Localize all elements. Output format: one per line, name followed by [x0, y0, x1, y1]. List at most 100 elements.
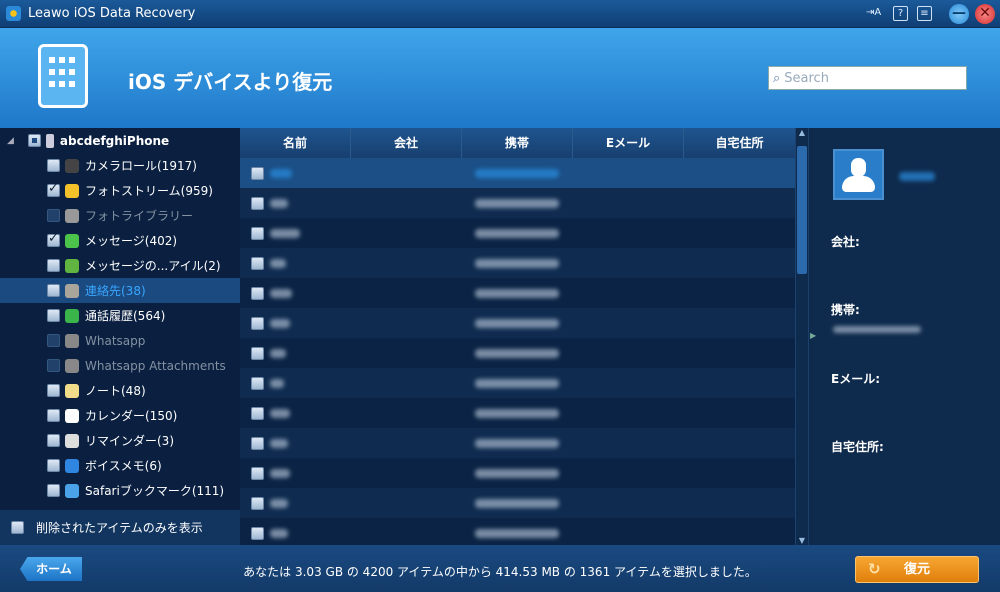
register-icon[interactable]: ⇥A	[866, 6, 881, 21]
tree-item-checkbox[interactable]	[47, 484, 60, 497]
header-banner: iOS デバイスより復元 ⌕	[0, 28, 1000, 128]
tree-item[interactable]: カレンダー(150)	[0, 403, 240, 428]
row-checkbox[interactable]	[251, 316, 264, 330]
deleted-only-checkbox[interactable]	[11, 521, 24, 534]
row-name	[270, 348, 286, 358]
tree-item-checkbox[interactable]	[47, 459, 60, 472]
row-checkbox[interactable]	[251, 166, 264, 180]
tree-item-checkbox[interactable]	[47, 209, 60, 222]
tree-item-label: メッセージ(402)	[85, 234, 178, 248]
contacts-icon	[65, 283, 79, 298]
tree-item[interactable]: Safariブックマーク(111)	[0, 478, 240, 503]
tree-item[interactable]: 連絡先(38)	[0, 278, 240, 303]
tree-item[interactable]: メッセージの...アイル(2)	[0, 253, 240, 278]
address-label: 自宅住所:	[831, 440, 884, 454]
table-row[interactable]	[240, 188, 795, 218]
row-checkbox[interactable]	[251, 286, 264, 300]
attachment-icon	[65, 258, 79, 273]
tree-item-checkbox[interactable]	[47, 159, 60, 172]
table-row[interactable]	[240, 278, 795, 308]
row-checkbox[interactable]	[251, 196, 264, 210]
table-row[interactable]	[240, 158, 795, 188]
device-checkbox[interactable]	[27, 134, 41, 147]
tree-item-checkbox[interactable]	[47, 284, 60, 297]
column-mobile[interactable]: 携帯	[462, 128, 573, 158]
table-row[interactable]	[240, 218, 795, 248]
table-scrollbar[interactable]: ▲ ▼	[795, 128, 808, 545]
tree-item-checkbox[interactable]	[47, 231, 60, 247]
table-row[interactable]	[240, 398, 795, 428]
tree-item-checkbox[interactable]	[47, 259, 60, 272]
email-label: Eメール:	[831, 372, 880, 386]
deleted-only-toggle[interactable]: 削除されたアイテムのみを表示	[0, 510, 240, 545]
tree-item[interactable]: フォトライブラリー	[0, 203, 240, 228]
tree-item[interactable]: 通話履歴(564)	[0, 303, 240, 328]
row-checkbox[interactable]	[251, 256, 264, 270]
search-icon: ⌕	[773, 70, 781, 86]
tree-item-checkbox[interactable]	[47, 384, 60, 397]
column-name[interactable]: 名前	[240, 128, 351, 158]
tree-item[interactable]: Whatsapp Attachments	[0, 353, 240, 378]
search-box[interactable]: ⌕	[768, 66, 967, 90]
photo-library-icon	[65, 208, 79, 223]
tree-item-label: カメラロール(1917)	[85, 159, 197, 173]
tree-item-label: リマインダー(3)	[85, 434, 174, 448]
contact-name	[899, 172, 935, 181]
table-row[interactable]	[240, 248, 795, 278]
row-checkbox[interactable]	[251, 226, 264, 240]
voice-memo-icon	[65, 458, 79, 473]
tree-item[interactable]: ノート(48)	[0, 378, 240, 403]
close-button[interactable]: ✕	[975, 4, 995, 24]
tree-item-checkbox[interactable]	[47, 309, 60, 322]
table-row[interactable]	[240, 458, 795, 488]
tree-item[interactable]: フォトストリーム(959)	[0, 178, 240, 203]
tree-item-checkbox[interactable]	[47, 359, 60, 372]
row-name	[270, 498, 288, 508]
menu-icon[interactable]: ≡	[917, 6, 932, 21]
table-row[interactable]	[240, 308, 795, 338]
tree-item[interactable]: カメラロール(1917)	[0, 153, 240, 178]
table-row[interactable]	[240, 338, 795, 368]
scroll-down-icon[interactable]: ▼	[796, 536, 808, 545]
column-company[interactable]: 会社	[351, 128, 462, 158]
tree-item-label: 連絡先(38)	[85, 284, 146, 298]
iphone-icon	[45, 133, 54, 148]
table-row[interactable]	[240, 488, 795, 518]
table-row[interactable]	[240, 518, 795, 548]
minimize-button[interactable]: —	[949, 4, 969, 24]
collapse-arrow-icon[interactable]: ◢	[7, 136, 14, 146]
row-checkbox[interactable]	[251, 436, 264, 450]
tree-item-label: 通話履歴(564)	[85, 309, 166, 323]
phone-icon	[65, 308, 79, 323]
tree-item[interactable]: ボイスメモ(6)	[0, 453, 240, 478]
row-checkbox[interactable]	[251, 376, 264, 390]
row-checkbox[interactable]	[251, 496, 264, 510]
help-icon[interactable]: ?	[893, 6, 908, 21]
tree-item-checkbox[interactable]	[47, 334, 60, 347]
company-label: 会社:	[831, 235, 860, 249]
row-checkbox[interactable]	[251, 526, 264, 540]
tree-item-checkbox[interactable]	[47, 434, 60, 447]
tree-device[interactable]: ◢ abcdefghiPhone	[0, 128, 240, 153]
restore-button[interactable]: ↻ 復元	[855, 556, 979, 583]
row-checkbox[interactable]	[251, 406, 264, 420]
tree-item-checkbox[interactable]	[47, 409, 60, 422]
table-row[interactable]	[240, 368, 795, 398]
tree-item-checkbox[interactable]	[47, 181, 60, 197]
column-email[interactable]: Eメール	[573, 128, 684, 158]
reminder-icon	[65, 433, 79, 448]
row-checkbox[interactable]	[251, 346, 264, 360]
search-input[interactable]	[784, 70, 955, 86]
column-address[interactable]: 自宅住所	[684, 128, 795, 158]
scroll-up-icon[interactable]: ▲	[796, 128, 808, 137]
tree-item[interactable]: リマインダー(3)	[0, 428, 240, 453]
sunflower-icon	[65, 183, 79, 198]
row-checkbox[interactable]	[251, 466, 264, 480]
row-name	[270, 228, 300, 238]
scroll-thumb[interactable]	[797, 146, 807, 274]
deleted-only-label: 削除されたアイテムのみを表示	[36, 521, 203, 535]
tree-item[interactable]: メッセージ(402)	[0, 228, 240, 253]
table-row[interactable]	[240, 428, 795, 458]
panel-expand-icon[interactable]: ▶	[810, 331, 816, 340]
tree-item[interactable]: Whatsapp	[0, 328, 240, 353]
